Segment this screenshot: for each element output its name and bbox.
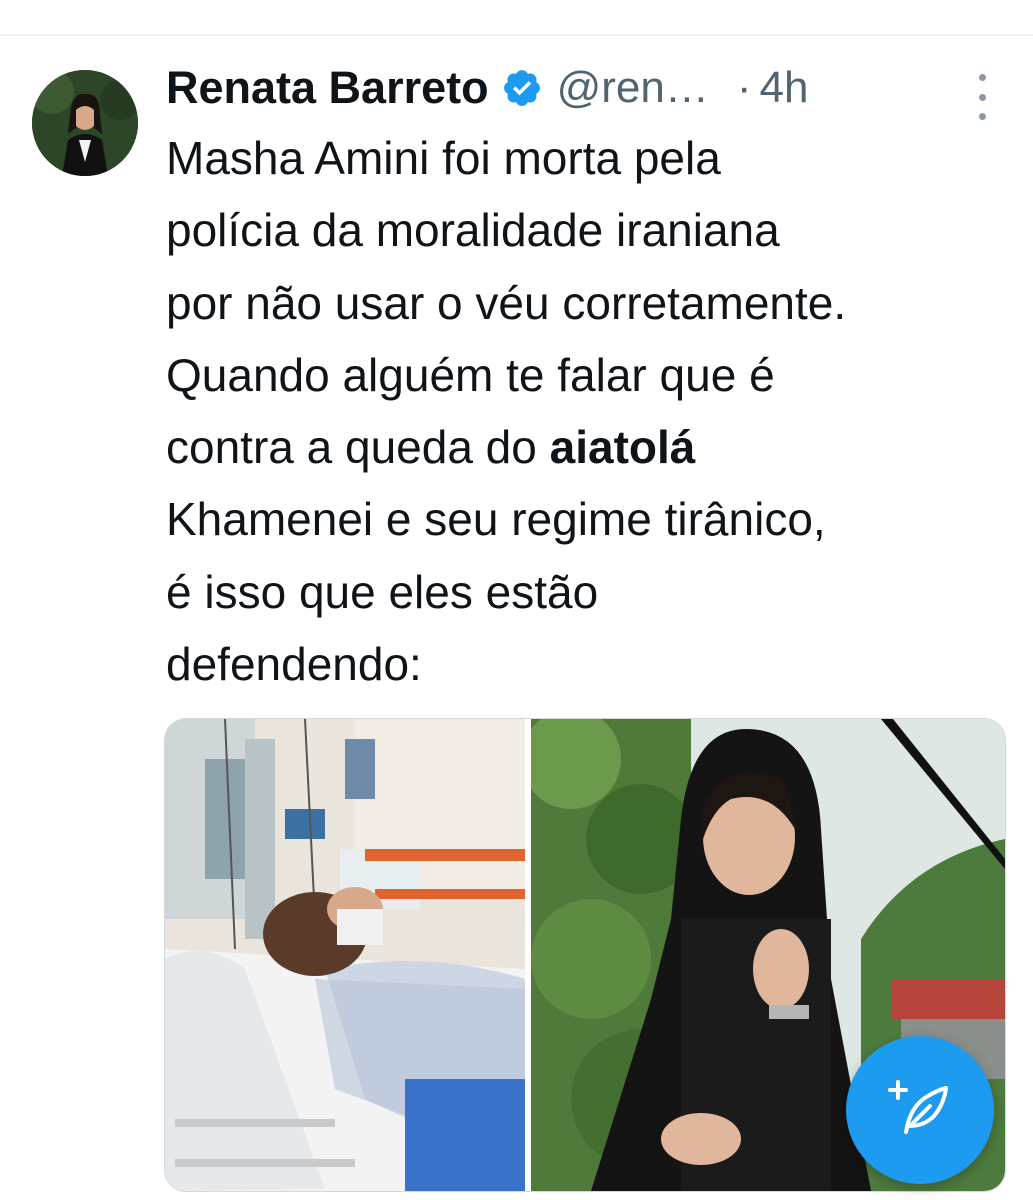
tweet-text-line: polícia da moralidade iraniana bbox=[166, 204, 780, 257]
media-photo-hospital[interactable] bbox=[165, 719, 525, 1191]
tweet-header: Renata Barreto @ren… · 4h bbox=[166, 58, 808, 118]
tweet-text-segment: contra a queda do bbox=[166, 421, 550, 474]
tweet-text-bold: aiatolá bbox=[549, 421, 696, 474]
verified-badge-icon bbox=[501, 67, 543, 109]
compose-tweet-button[interactable] bbox=[846, 1036, 994, 1184]
tweet-text: Masha Amini foi morta pela polícia da mo… bbox=[166, 122, 1016, 700]
top-divider bbox=[0, 34, 1033, 36]
dot-separator: · bbox=[736, 63, 752, 112]
more-dot bbox=[978, 93, 986, 101]
author-display-name[interactable]: Renata Barreto bbox=[166, 62, 489, 114]
author-handle[interactable]: @ren… bbox=[557, 63, 709, 113]
more-dot bbox=[978, 113, 986, 120]
tweet-text-line: por não usar o véu corretamente. bbox=[166, 276, 847, 329]
avatar[interactable] bbox=[32, 70, 138, 176]
more-options-icon[interactable] bbox=[970, 74, 994, 120]
tweet-text-line: Quando alguém te falar que é bbox=[166, 348, 775, 401]
more-dot bbox=[978, 74, 986, 81]
tweet-timestamp[interactable]: 4h bbox=[760, 63, 809, 113]
tweet-text-line: contra a queda do aiatolá bbox=[166, 411, 1016, 483]
tweet-text-line: defendendo: bbox=[166, 638, 422, 691]
tweet-text-line: Masha Amini foi morta pela bbox=[166, 132, 721, 184]
tweet-text-line: Khamenei e seu regime tirânico, bbox=[166, 493, 826, 546]
compose-tweet-icon bbox=[888, 1076, 952, 1145]
tweet-text-line: é isso que eles estão bbox=[166, 565, 599, 618]
